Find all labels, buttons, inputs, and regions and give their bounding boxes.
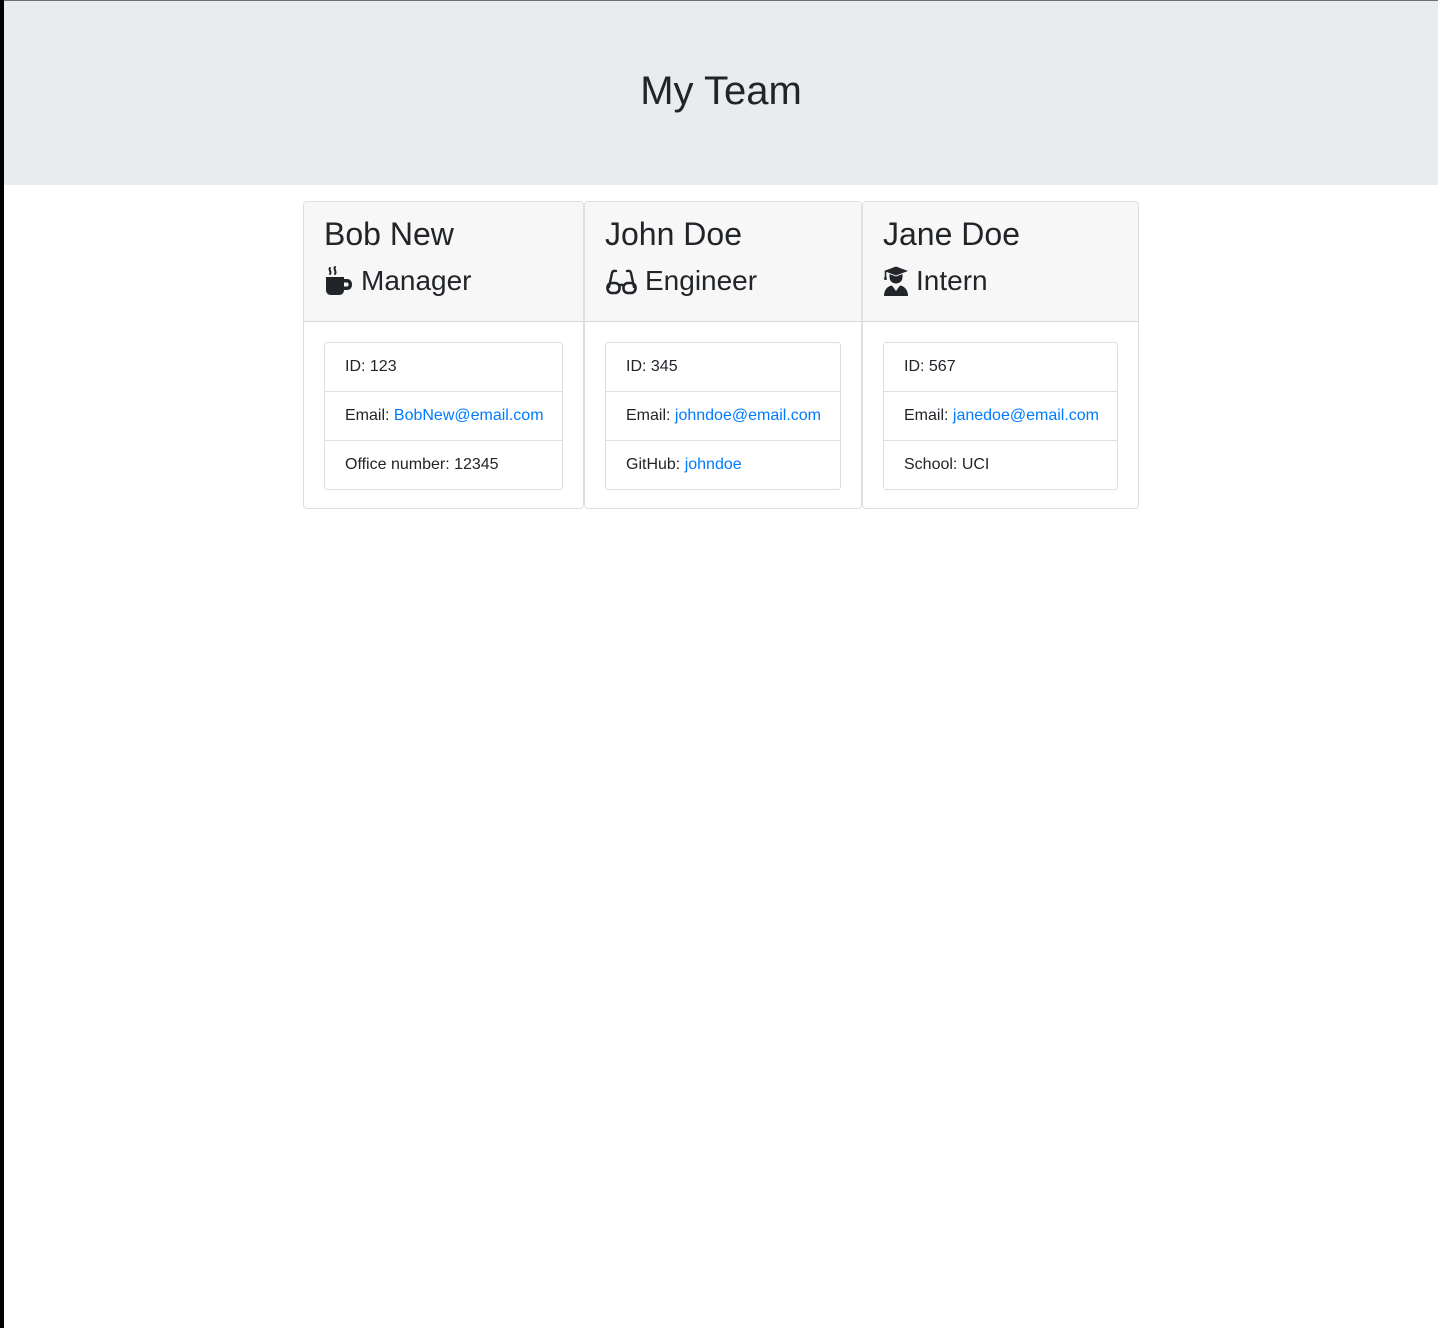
card-header: Jane Doe Intern [863, 202, 1138, 322]
github-row: GitHub: johndoe [606, 441, 840, 489]
employee-email-row: Email: johndoe@email.com [606, 392, 840, 441]
github-link[interactable]: johndoe [685, 456, 742, 473]
employee-name: Jane Doe [883, 216, 1020, 252]
employee-role: Engineer [605, 262, 757, 300]
user-graduate-icon [883, 265, 909, 297]
employee-details-list: ID: 567 Email: janedoe@email.com School:… [883, 342, 1118, 490]
employee-email-row: Email: BobNew@email.com [325, 392, 562, 441]
employee-id: ID: 123 [325, 343, 562, 392]
mug-hot-icon [324, 265, 354, 297]
page: My Team Bob New Manager ID: 123 Email: B… [4, 0, 1438, 1328]
email-link[interactable]: johndoe@email.com [675, 407, 821, 424]
email-label: Email: [904, 407, 953, 424]
card-header: John Doe Engineer [585, 202, 861, 322]
team-header: My Team [4, 1, 1438, 185]
github-label: GitHub: [626, 456, 685, 473]
email-label: Email: [345, 407, 394, 424]
card-header: Bob New Manager [304, 202, 583, 322]
employee-id: ID: 567 [884, 343, 1117, 392]
employee-id: ID: 345 [606, 343, 840, 392]
employee-card-intern: Jane Doe Intern ID: 567 Email: janedoe@e… [862, 201, 1139, 509]
page-title: My Team [640, 69, 802, 113]
role-label: Intern [916, 265, 988, 296]
employee-card-engineer: John Doe Engineer ID: 345 Email: johndoe… [584, 201, 862, 509]
employee-details-list: ID: 345 Email: johndoe@email.com GitHub:… [605, 342, 841, 490]
role-label: Manager [361, 265, 472, 296]
employee-card-manager: Bob New Manager ID: 123 Email: BobNew@em… [303, 201, 584, 509]
role-label: Engineer [645, 265, 758, 296]
employee-role: Intern [883, 262, 988, 300]
glasses-icon [605, 265, 638, 297]
employee-name: John Doe [605, 216, 742, 252]
school: School: UCI [904, 456, 990, 473]
email-link[interactable]: janedoe@email.com [953, 407, 1099, 424]
office-number: Office number: 12345 [345, 456, 499, 473]
employee-name: Bob New [324, 216, 454, 252]
email-label: Email: [626, 407, 675, 424]
email-link[interactable]: BobNew@email.com [394, 407, 544, 424]
employee-details-list: ID: 123 Email: BobNew@email.com Office n… [324, 342, 563, 490]
employee-role: Manager [324, 262, 472, 300]
employee-email-row: Email: janedoe@email.com [884, 392, 1117, 441]
